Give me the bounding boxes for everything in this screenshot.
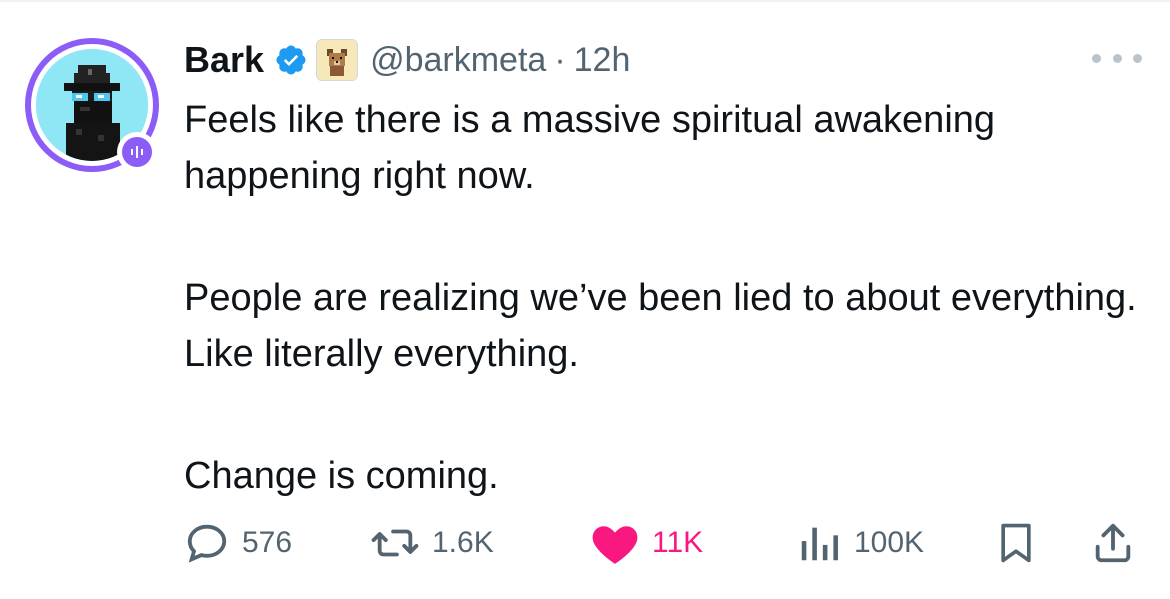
audio-wave-icon (131, 146, 143, 158)
views-button[interactable]: 100K (796, 515, 924, 571)
verified-badge-icon[interactable] (274, 43, 308, 77)
spaces-badge (117, 132, 157, 172)
heart-icon (592, 526, 638, 564)
share-button[interactable] (1090, 515, 1136, 571)
top-divider (0, 0, 1170, 2)
views-icon (801, 527, 838, 561)
share-icon (1095, 523, 1131, 563)
tweet-timestamp[interactable]: 12h (574, 41, 631, 80)
dog-affiliation-icon[interactable] (316, 39, 359, 81)
tweet-paragraph: Feels like there is a massive spiritual … (184, 99, 996, 197)
avatar[interactable] (25, 38, 159, 172)
tweet-header: Bark @barkmeta · 12h (184, 34, 630, 86)
repost-count: 1.6K (432, 526, 494, 559)
reply-icon (187, 524, 227, 563)
bookmark-icon (1001, 523, 1031, 563)
views-count: 100K (854, 526, 925, 559)
meta-separator: · (554, 40, 566, 79)
author-name[interactable]: Bark (184, 39, 264, 81)
repost-icon (371, 529, 419, 557)
repost-button[interactable]: 1.6K (370, 515, 494, 571)
like-count: 11K (652, 526, 704, 559)
like-button[interactable]: 11K (590, 515, 703, 571)
tweet-actions: 576 1.6K 11K 100K (184, 515, 1144, 571)
bookmark-button[interactable] (994, 515, 1038, 571)
tweet-paragraph: People are realizing we’ve been lied to … (184, 277, 1137, 375)
tweet-text: Feels like there is a massive spiritual … (184, 92, 1154, 504)
author-handle[interactable]: @barkmeta (370, 41, 546, 80)
reply-count: 576 (242, 526, 293, 559)
reply-button[interactable]: 576 (184, 515, 292, 571)
tweet-paragraph: Change is coming. (184, 455, 499, 497)
more-icon[interactable] (1092, 48, 1142, 68)
